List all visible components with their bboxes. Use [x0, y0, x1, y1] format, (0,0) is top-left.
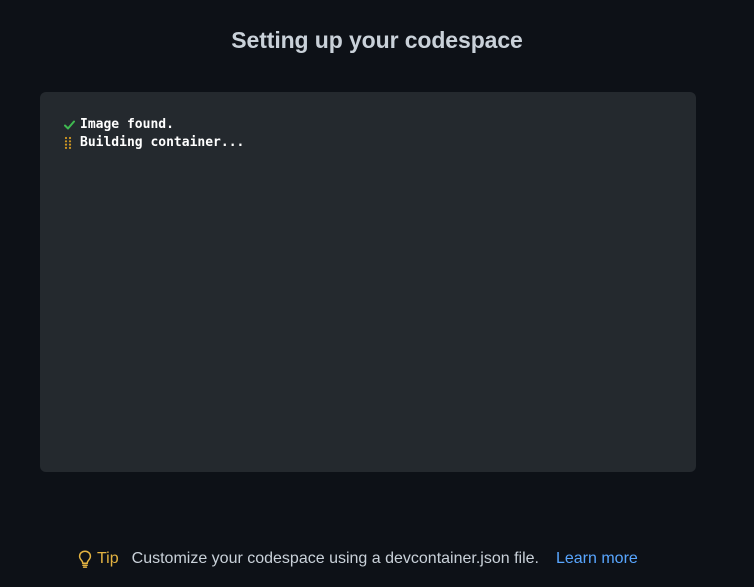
page-title: Setting up your codespace	[231, 27, 523, 53]
tip-label: Tip	[97, 550, 119, 567]
check-icon	[64, 116, 80, 134]
log-line-text: Building container...	[80, 135, 245, 150]
setup-log-panel: Image found. Building container...	[40, 92, 696, 472]
tip-bar: Tip Customize your codespace using a dev…	[78, 548, 638, 570]
log-line-image-found: Image found.	[64, 116, 244, 134]
light-bulb-icon	[78, 550, 92, 568]
log-line-text: Image found.	[80, 117, 174, 132]
log-line-building-container: Building container...	[64, 134, 244, 152]
tip-text: Customize your codespace using a devcont…	[131, 550, 539, 567]
spinner-icon	[64, 134, 80, 152]
log-lines: Image found. Building container...	[64, 116, 244, 152]
learn-more-link[interactable]: Learn more	[556, 548, 638, 570]
